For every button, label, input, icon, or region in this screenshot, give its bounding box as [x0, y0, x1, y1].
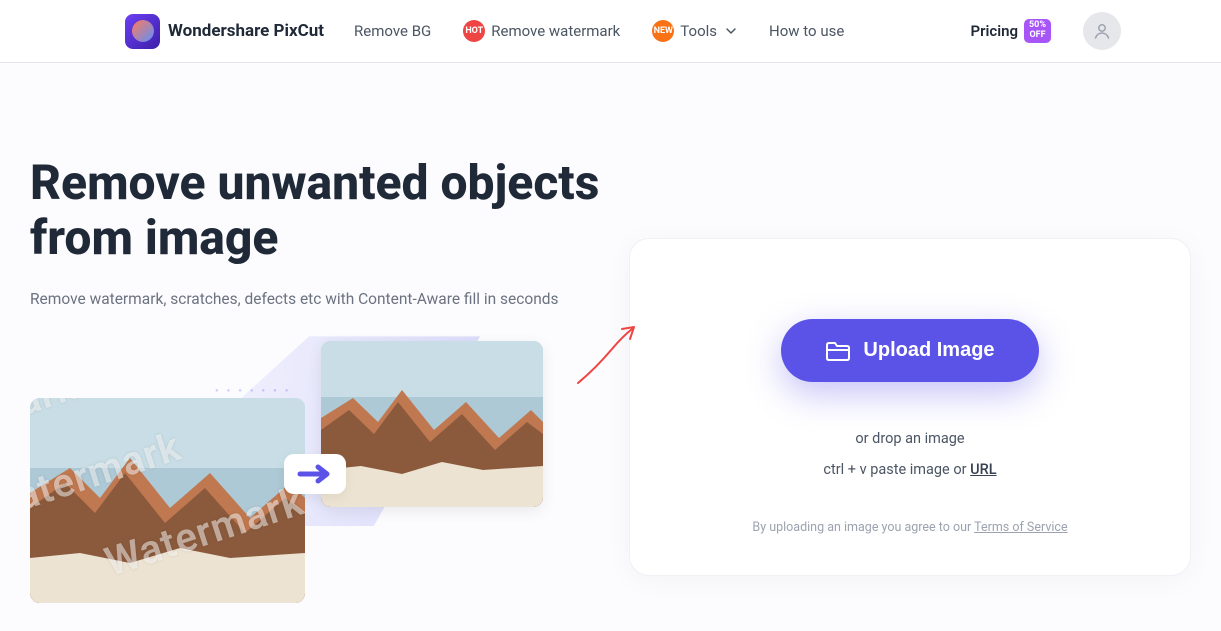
- hero-section: Remove unwanted objects from image Remov…: [0, 63, 1221, 631]
- nav-how-to-use[interactable]: How to use: [769, 22, 844, 40]
- upload-button-label: Upload Image: [863, 339, 994, 362]
- before-image: Watermark Watermark Watermark: [30, 398, 305, 603]
- user-icon: [1092, 21, 1112, 41]
- logo[interactable]: Wondershare PixCut: [125, 14, 324, 49]
- main-nav: Remove BG HOT Remove watermark NEW Tools…: [354, 20, 844, 42]
- paste-prefix: ctrl + v paste image or: [823, 461, 970, 478]
- hero-left: Remove unwanted objects from image Remov…: [30, 103, 609, 631]
- new-badge-icon: NEW: [652, 20, 674, 42]
- arrow-right-icon: [297, 464, 333, 484]
- nav-how-to-use-label: How to use: [769, 22, 844, 40]
- comparison-image-wrap: ●●●●●●●●●●●●●●●●●●●●● Watermark Watermar…: [30, 336, 609, 616]
- terms-of-service-link[interactable]: Terms of Service: [974, 520, 1067, 535]
- terms-prefix: By uploading an image you agree to our: [752, 520, 974, 535]
- paste-image-text: ctrl + v paste image or URL: [660, 461, 1160, 478]
- header-right: Pricing 50% OFF: [970, 12, 1121, 50]
- url-link[interactable]: URL: [970, 461, 996, 478]
- hero-title: Remove unwanted objects from image: [30, 155, 609, 265]
- hot-badge-icon: HOT: [463, 20, 485, 42]
- upload-image-button[interactable]: Upload Image: [781, 319, 1038, 382]
- after-image: [321, 341, 543, 507]
- hero-subtitle: Remove watermark, scratches, defects etc…: [30, 287, 609, 311]
- nav-remove-bg-label: Remove BG: [354, 22, 431, 40]
- nav-pricing[interactable]: Pricing 50% OFF: [970, 19, 1051, 43]
- upload-card: Upload Image or drop an image ctrl + v p…: [629, 238, 1191, 576]
- avatar[interactable]: [1083, 12, 1121, 50]
- nav-pricing-label: Pricing: [970, 22, 1018, 40]
- hero-right: Upload Image or drop an image ctrl + v p…: [609, 103, 1191, 631]
- curly-arrow-icon: [570, 321, 645, 396]
- nav-remove-watermark-label: Remove watermark: [491, 22, 620, 40]
- brand-name: Wondershare PixCut: [168, 21, 324, 41]
- header-inner: Wondershare PixCut Remove BG HOT Remove …: [0, 12, 1221, 50]
- nav-remove-watermark[interactable]: HOT Remove watermark: [463, 20, 620, 42]
- terms-text: By uploading an image you agree to our T…: [660, 520, 1160, 535]
- pricing-discount-badge: 50% OFF: [1024, 19, 1051, 43]
- drop-image-text: or drop an image: [660, 430, 1160, 447]
- chevron-down-icon: [725, 25, 737, 37]
- nav-tools-label: Tools: [680, 22, 717, 40]
- logo-icon: [125, 14, 160, 49]
- header: Wondershare PixCut Remove BG HOT Remove …: [0, 0, 1221, 63]
- transform-arrow: [284, 454, 346, 494]
- nav-tools[interactable]: NEW Tools: [652, 20, 737, 42]
- folder-icon: [825, 340, 851, 362]
- nav-remove-bg[interactable]: Remove BG: [354, 22, 431, 40]
